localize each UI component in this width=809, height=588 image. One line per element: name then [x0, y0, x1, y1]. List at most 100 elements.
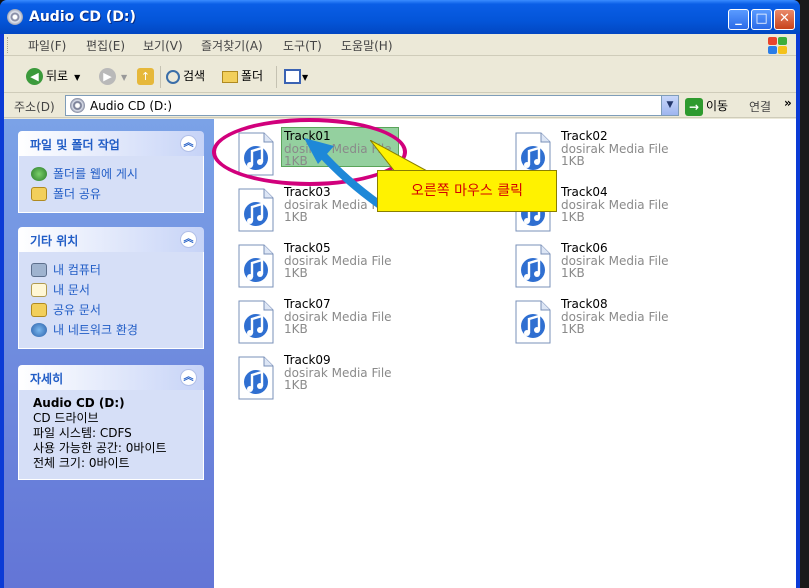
file-size: 1KB [561, 154, 585, 168]
file-item-track07[interactable]: Track07 dosirak Media File 1KB [228, 295, 478, 345]
media-file-icon [238, 300, 274, 344]
place-label: 공유 문서 [53, 303, 101, 317]
menu-tools[interactable]: 도구(T) [283, 37, 322, 54]
place-my-documents[interactable]: 내 문서 [31, 280, 191, 300]
panel-title: 파일 및 폴더 작업 [30, 138, 120, 152]
toolbar-overflow-icon[interactable]: » [784, 96, 792, 110]
file-name: Track06 [561, 241, 608, 255]
search-icon [166, 69, 180, 84]
file-item-track06[interactable]: Track06 dosirak Media File 1KB [505, 239, 755, 289]
back-button[interactable]: ◀ 뒤로 ▼ [26, 66, 80, 86]
background-strip [800, 0, 809, 588]
file-item-track05[interactable]: Track05 dosirak Media File 1KB [228, 239, 478, 289]
file-folder-tasks-panel: 파일 및 폴더 작업 ︽ 폴더를 웹에 게시 폴더 공유 [18, 131, 204, 213]
explorer-window: Audio CD (D:) _ □ ✕ 파일(F) 편집(E) 보기(V) 즐겨… [0, 0, 800, 588]
back-label: 뒤로 [46, 69, 69, 83]
file-size: 1KB [284, 322, 308, 336]
menubar-grip[interactable] [7, 37, 10, 53]
title-bar[interactable]: Audio CD (D:) _ □ ✕ [0, 0, 800, 34]
menu-help[interactable]: 도움말(H) [341, 37, 393, 54]
place-shared-documents[interactable]: 공유 문서 [31, 300, 191, 320]
place-my-computer[interactable]: 내 컴퓨터 [31, 260, 191, 280]
panel-title: 자세히 [30, 372, 64, 386]
shared-folder-icon [31, 187, 47, 201]
window-title: Audio CD (D:) [29, 9, 136, 25]
menu-favorites[interactable]: 즐겨찾기(A) [201, 37, 263, 54]
address-bar: 주소(D) Audio CD (D:) ▼ → 이동 연결 » [4, 94, 796, 118]
detail-line: 전체 크기: 0바이트 [33, 456, 130, 470]
detail-line: CD 드라이브 [33, 411, 99, 425]
menu-edit[interactable]: 편집(E) [86, 37, 125, 54]
shared-documents-icon [31, 303, 47, 317]
cd-drive-icon [7, 9, 23, 25]
file-size: 1KB [284, 378, 308, 392]
annotation-callout: 오른쪽 마우스 클릭 [377, 170, 557, 212]
collapse-icon[interactable]: ︽ [180, 369, 197, 386]
computer-icon [31, 263, 47, 277]
task-label: 폴더를 웹에 게시 [53, 167, 138, 181]
folders-label: 폴더 [241, 69, 264, 83]
collapse-icon[interactable]: ︽ [180, 135, 197, 152]
task-share-folder[interactable]: 폴더 공유 [31, 184, 191, 204]
address-input[interactable]: Audio CD (D:) ▼ [65, 95, 679, 116]
forward-dropdown-icon[interactable]: ▼ [121, 73, 127, 82]
collapse-icon[interactable]: ︽ [180, 231, 197, 248]
menu-file[interactable]: 파일(F) [28, 37, 66, 54]
media-file-icon [515, 244, 551, 288]
media-file-icon [515, 300, 551, 344]
file-name: Track05 [284, 241, 331, 255]
detail-line: 사용 가능한 공간: 0바이트 [33, 441, 167, 455]
globe-icon [31, 167, 47, 181]
search-button[interactable]: 검색 [166, 66, 205, 86]
up-folder-icon: ↑ [137, 68, 154, 85]
views-dropdown-icon: ▼ [302, 73, 309, 82]
up-folder-button[interactable]: ↑ [137, 66, 157, 86]
go-button[interactable]: → 이동 [685, 96, 728, 116]
other-places-panel: 기타 위치 ︽ 내 컴퓨터 내 문서 공유 문서 내 네트워크 환경 [18, 227, 204, 349]
detail-line: 파일 시스템: CDFS [33, 426, 132, 440]
documents-icon [31, 283, 47, 297]
folder-icon [222, 70, 238, 83]
file-item-track09[interactable]: Track09 dosirak Media File 1KB [228, 351, 478, 401]
file-name: Track09 [284, 353, 331, 367]
forward-button[interactable]: ▶ ▼ [99, 66, 127, 86]
task-label: 폴더 공유 [53, 187, 101, 201]
panel-title: 기타 위치 [30, 234, 79, 248]
place-label: 내 문서 [53, 283, 90, 297]
file-name: Track04 [561, 185, 608, 199]
views-button[interactable]: ▼ [284, 66, 308, 86]
file-item-track08[interactable]: Track08 dosirak Media File 1KB [505, 295, 755, 345]
file-size: 1KB [561, 266, 585, 280]
search-label: 검색 [183, 69, 206, 83]
views-icon [284, 69, 301, 84]
standard-toolbar: ◀ 뒤로 ▼ ▶ ▼ ↑ 검색 폴더 ▼ [4, 57, 796, 93]
menu-bar: 파일(F) 편집(E) 보기(V) 즐겨찾기(A) 도구(T) 도움말(H) [4, 34, 796, 56]
panel-header[interactable]: 파일 및 폴더 작업 ︽ [18, 131, 204, 156]
back-arrow-icon: ◀ [26, 68, 43, 85]
network-icon [31, 323, 47, 337]
panel-header[interactable]: 자세히 ︽ [18, 365, 204, 390]
file-name: Track08 [561, 297, 608, 311]
panel-header[interactable]: 기타 위치 ︽ [18, 227, 204, 252]
links-toolbar[interactable]: 연결 [749, 98, 771, 115]
windows-logo-icon [764, 35, 790, 55]
folders-button[interactable]: 폴더 [222, 66, 263, 86]
place-label: 내 네트워크 환경 [53, 323, 138, 337]
file-size: 1KB [284, 210, 308, 224]
task-pane: 파일 및 폴더 작업 ︽ 폴더를 웹에 게시 폴더 공유 기타 위치 ︽ 내 컴… [4, 119, 214, 588]
file-size: 1KB [284, 266, 308, 280]
place-network[interactable]: 내 네트워크 환경 [31, 320, 191, 340]
media-file-icon [238, 356, 274, 400]
close-button[interactable]: ✕ [774, 9, 795, 30]
maximize-button[interactable]: □ [751, 9, 772, 30]
file-size: 1KB [561, 322, 585, 336]
place-label: 내 컴퓨터 [53, 263, 101, 277]
media-file-icon [238, 188, 274, 232]
back-dropdown-icon[interactable]: ▼ [74, 73, 80, 82]
cd-drive-icon [70, 98, 85, 113]
address-dropdown-icon[interactable]: ▼ [661, 96, 678, 115]
media-file-icon [238, 244, 274, 288]
minimize-button[interactable]: _ [728, 9, 749, 30]
task-publish-to-web[interactable]: 폴더를 웹에 게시 [31, 164, 191, 184]
menu-view[interactable]: 보기(V) [143, 37, 183, 54]
